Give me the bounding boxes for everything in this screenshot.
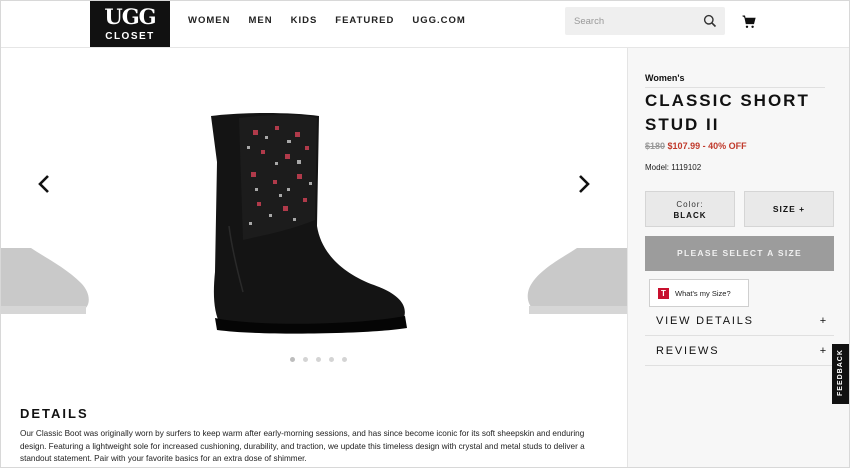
logo-top-text: UGG: [104, 4, 156, 29]
nav-men[interactable]: MEN: [248, 15, 272, 27]
feedback-label: FEEDBACK: [837, 349, 844, 396]
nav-featured[interactable]: FEATURED: [335, 15, 394, 27]
nav-ugg-com[interactable]: UGG.COM: [412, 15, 465, 27]
feedback-tab[interactable]: FEEDBACK: [832, 344, 849, 404]
accordion-title: REVIEWS: [656, 345, 720, 357]
previous-arrow-icon[interactable]: [37, 174, 51, 194]
nav-women[interactable]: WOMEN: [188, 15, 230, 27]
expand-plus-icon: +: [819, 345, 828, 357]
accordion-view-details[interactable]: VIEW DETAILS +: [645, 307, 834, 336]
main-nav: WOMEN MEN KIDS FEATURED UGG.COM: [188, 15, 484, 27]
previous-boot-image: [1, 248, 89, 314]
sale-price: $107.99: [667, 141, 701, 151]
details-heading: DETAILS: [20, 406, 89, 421]
search-input[interactable]: [565, 7, 695, 35]
next-arrow-icon[interactable]: [577, 174, 591, 194]
site-header: UGG CLOSET WOMEN MEN KIDS FEATURED UGG.C…: [1, 1, 849, 48]
details-description: Our Classic Boot was originally worn by …: [20, 429, 585, 463]
discount-label: - 40% OFF: [702, 141, 747, 151]
search-box: [565, 7, 725, 35]
whats-my-size-button[interactable]: T What's my Size?: [649, 279, 749, 307]
accordion-title: VIEW DETAILS: [656, 315, 754, 327]
whats-my-size-label: What's my Size?: [675, 288, 731, 298]
search-icon[interactable]: [703, 14, 717, 28]
carousel-dot[interactable]: [329, 357, 334, 362]
color-value: BLACK: [673, 211, 707, 220]
product-category: Women's: [645, 73, 825, 88]
product-gallery: [1, 48, 637, 388]
expand-plus-icon: +: [819, 315, 828, 327]
carousel-dot[interactable]: [290, 357, 295, 362]
select-size-button[interactable]: PLEASE SELECT A SIZE: [645, 236, 834, 271]
original-price: $180: [645, 141, 666, 151]
image-carousel-dots: [290, 357, 347, 362]
logo-bottom-text: CLOSET: [105, 31, 155, 42]
accordion-reviews[interactable]: REVIEWS +: [645, 337, 834, 366]
next-boot-image: [527, 248, 637, 314]
color-selector-button[interactable]: Color: BLACK: [645, 191, 735, 227]
model-number: Model: 1119102: [645, 163, 702, 172]
carousel-dot[interactable]: [316, 357, 321, 362]
size-selector-button[interactable]: SIZE +: [744, 191, 834, 227]
nav-kids[interactable]: KIDS: [291, 15, 318, 27]
carousel-dot[interactable]: [342, 357, 347, 362]
carousel-dot[interactable]: [303, 357, 308, 362]
cart-icon[interactable]: [742, 15, 756, 29]
page: UGG CLOSET WOMEN MEN KIDS FEATURED UGG.C…: [0, 0, 850, 468]
ugg-closet-logo[interactable]: UGG CLOSET: [90, 1, 170, 47]
product-name: CLASSIC SHORT STUD II: [645, 91, 810, 134]
product-price: $180 $107.99 - 40% OFF: [645, 141, 747, 151]
product-info-panel: Women's CLASSIC SHORT STUD II $180 $107.…: [627, 48, 849, 467]
product-image: [211, 113, 407, 334]
true-fit-icon: T: [658, 287, 669, 299]
color-label: Color:: [676, 200, 704, 209]
